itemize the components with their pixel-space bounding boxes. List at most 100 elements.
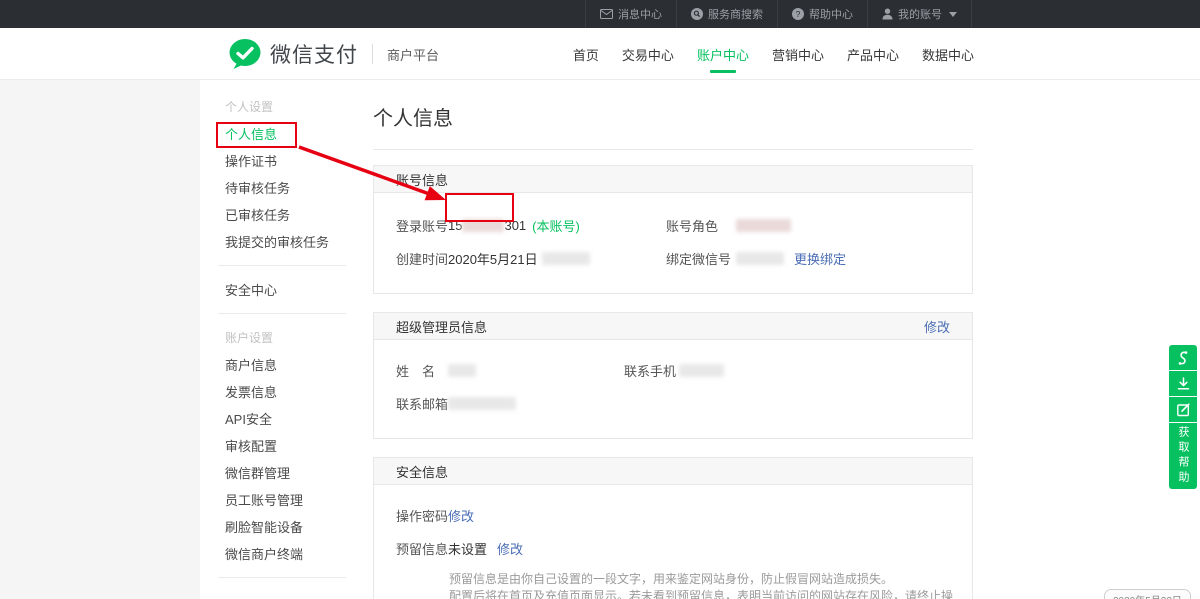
change-password-link[interactable]: 修改 <box>448 506 474 525</box>
login-account-label: 登录账号 <box>396 216 448 235</box>
svg-text:?: ? <box>796 9 801 19</box>
date-tooltip: 2020年5月22日 <box>1104 589 1191 599</box>
download-button[interactable] <box>1169 371 1197 396</box>
topbar-item-label: 服务商搜索 <box>708 6 763 22</box>
admin-name-label: 姓 名 <box>396 361 448 380</box>
nav-product-center[interactable]: 产品中心 <box>847 28 899 80</box>
login-account-prefix: 15 <box>448 218 462 233</box>
brand-separator <box>372 44 373 64</box>
change-binding-link[interactable]: 更换绑定 <box>794 249 846 268</box>
reserve-desc-line: 预留信息是由你自己设置的一段文字，用来鉴定网站身份，防止假冒网站造成损失。 <box>449 571 972 588</box>
created-time-label: 创建时间 <box>396 249 448 268</box>
sidebar-item-pending-review-tasks[interactable]: 待审核任务 <box>200 175 346 202</box>
topbar-item-label: 消息中心 <box>618 6 662 22</box>
section-title: 账号信息 <box>396 170 448 189</box>
share-link-button[interactable] <box>1169 345 1197 370</box>
account-role-label: 账号角色 <box>666 216 736 235</box>
account-info-card: 账号信息 登录账号 15 301 (本账号) 账号角色 <box>373 165 973 294</box>
user-icon <box>882 8 893 20</box>
reserve-desc-line: 配置后将在首页及充值页面显示。若未看到预留信息，表明当前访问的网站存在风险，请终… <box>449 588 972 599</box>
sidebar-item-reviewed-tasks[interactable]: 已审核任务 <box>200 202 346 229</box>
contact-phone-label: 联系手机 <box>624 361 679 380</box>
nav-home[interactable]: 首页 <box>573 28 599 80</box>
current-account-tag: (本账号) <box>532 216 580 235</box>
created-time-value: 2020年5月21日 <box>448 249 590 268</box>
set-reserve-info-link[interactable]: 修改 <box>497 539 523 558</box>
topbar-item-label: 我的账号 <box>898 6 942 22</box>
reserve-info-label: 预留信息 <box>396 539 448 558</box>
get-help-button[interactable]: 获取帮助 <box>1169 423 1197 489</box>
sidebar-divider <box>218 577 346 578</box>
portal-name: 商户平台 <box>387 45 439 64</box>
nav-label: 数据中心 <box>922 45 974 64</box>
sidebar-item-staff-account-management[interactable]: 员工账号管理 <box>200 487 346 514</box>
nav-transaction-center[interactable]: 交易中心 <box>622 28 674 80</box>
topbar-item-my-account[interactable]: 我的账号 <box>867 0 972 28</box>
super-admin-card-body: 姓 名 联系手机 联系邮箱 <box>374 340 972 438</box>
topbar: 消息中心 服务商搜索 ? 帮助中心 我的账号 <box>0 0 1200 28</box>
mail-icon <box>600 9 613 19</box>
redacted-admin-name <box>448 364 476 377</box>
topbar-item-message-center[interactable]: 消息中心 <box>585 0 676 28</box>
nav-label: 账户中心 <box>697 45 749 64</box>
sidebar-item-personal-info[interactable]: 个人信息 <box>200 121 346 148</box>
topbar-item-service-search[interactable]: 服务商搜索 <box>676 0 777 28</box>
sidebar-item-my-submitted-review-tasks[interactable]: 我提交的审核任务 <box>200 229 346 256</box>
left-gutter <box>0 80 200 599</box>
title-divider <box>373 149 973 150</box>
super-admin-card: 超级管理员信息 修改 姓 名 联系手机 联系邮箱 <box>373 312 973 439</box>
edit-icon <box>1176 402 1191 417</box>
sidebar-group-account-settings: 账户设置 <box>200 325 346 352</box>
sidebar-divider <box>218 265 346 266</box>
sidebar-item-wechat-group-management[interactable]: 微信群管理 <box>200 460 346 487</box>
download-icon <box>1176 376 1191 391</box>
sidebar-item-wechat-merchant-terminal[interactable]: 微信商户终端 <box>200 541 346 568</box>
nav-marketing-center[interactable]: 营销中心 <box>772 28 824 80</box>
bound-wechat-label: 绑定微信号 <box>666 249 736 268</box>
main-nav: 首页 交易中心 账户中心 营销中心 产品中心 数据中心 <box>573 28 974 80</box>
account-info-card-header: 账号信息 <box>374 166 972 193</box>
sidebar-item-api-security[interactable]: API安全 <box>200 406 346 433</box>
operation-password-label: 操作密码 <box>396 506 448 525</box>
contact-email-label: 联系邮箱 <box>396 394 448 413</box>
redacted-created-time <box>542 252 590 265</box>
wechat-pay-merchant-portal: 消息中心 服务商搜索 ? 帮助中心 我的账号 微信 <box>0 0 1200 599</box>
nav-label: 营销中心 <box>772 45 824 64</box>
feedback-button[interactable] <box>1169 397 1197 422</box>
floating-help-widget: 获取帮助 <box>1169 345 1197 489</box>
sidebar: 个人设置 个人信息 操作证书 待审核任务 已审核任务 我提交的审核任务 安全中心… <box>200 80 346 599</box>
login-account-suffix: 301 <box>504 218 526 233</box>
sidebar-item-review-config[interactable]: 审核配置 <box>200 433 346 460</box>
topbar-item-help-center[interactable]: ? 帮助中心 <box>777 0 867 28</box>
sidebar-item-merchant-info[interactable]: 商户信息 <box>200 352 346 379</box>
sidebar-item-security-center[interactable]: 安全中心 <box>200 277 346 304</box>
search-icon <box>691 8 703 20</box>
nav-data-center[interactable]: 数据中心 <box>922 28 974 80</box>
wechat-pay-logo <box>228 37 262 71</box>
security-info-card-body: 操作密码 修改 预留信息 未设置 修改 预留信息是由你自己设置的一段文字，用来鉴… <box>374 485 972 599</box>
sidebar-item-operation-certificate[interactable]: 操作证书 <box>200 148 346 175</box>
nav-label: 交易中心 <box>622 45 674 64</box>
reserve-info-description: 预留信息是由你自己设置的一段文字，用来鉴定网站身份，防止假冒网站造成损失。 配置… <box>449 571 972 599</box>
security-info-card-header: 安全信息 <box>374 458 972 485</box>
redacted-login-middle <box>462 219 504 232</box>
nav-label: 产品中心 <box>847 45 899 64</box>
header: 微信支付 商户平台 首页 交易中心 账户中心 营销中心 产品中心 数据中心 <box>0 28 1200 80</box>
active-nav-underline <box>710 70 736 73</box>
brand: 微信支付 商户平台 <box>228 28 439 80</box>
sidebar-item-invoice-info[interactable]: 发票信息 <box>200 379 346 406</box>
reserve-info-status: 未设置 <box>448 539 487 558</box>
account-info-card-body: 登录账号 15 301 (本账号) 账号角色 <box>374 193 972 293</box>
nav-account-center[interactable]: 账户中心 <box>697 28 749 80</box>
page-title: 个人信息 <box>373 102 973 131</box>
redacted-contact-email <box>448 397 516 410</box>
topbar-menu: 消息中心 服务商搜索 ? 帮助中心 我的账号 <box>585 0 972 28</box>
edit-admin-link[interactable]: 修改 <box>924 317 950 336</box>
security-info-card: 安全信息 操作密码 修改 预留信息 未设置 修改 预留信息是由你自己设置的一段文… <box>373 457 973 599</box>
nav-label: 首页 <box>573 45 599 64</box>
sidebar-item-face-smart-device[interactable]: 刷脸智能设备 <box>200 514 346 541</box>
redacted-account-role <box>736 219 791 232</box>
login-account-value: 15 301 <box>448 218 526 233</box>
main-content: 个人信息 账号信息 登录账号 15 301 (本账号) <box>373 80 973 599</box>
brand-name: 微信支付 <box>270 39 358 69</box>
